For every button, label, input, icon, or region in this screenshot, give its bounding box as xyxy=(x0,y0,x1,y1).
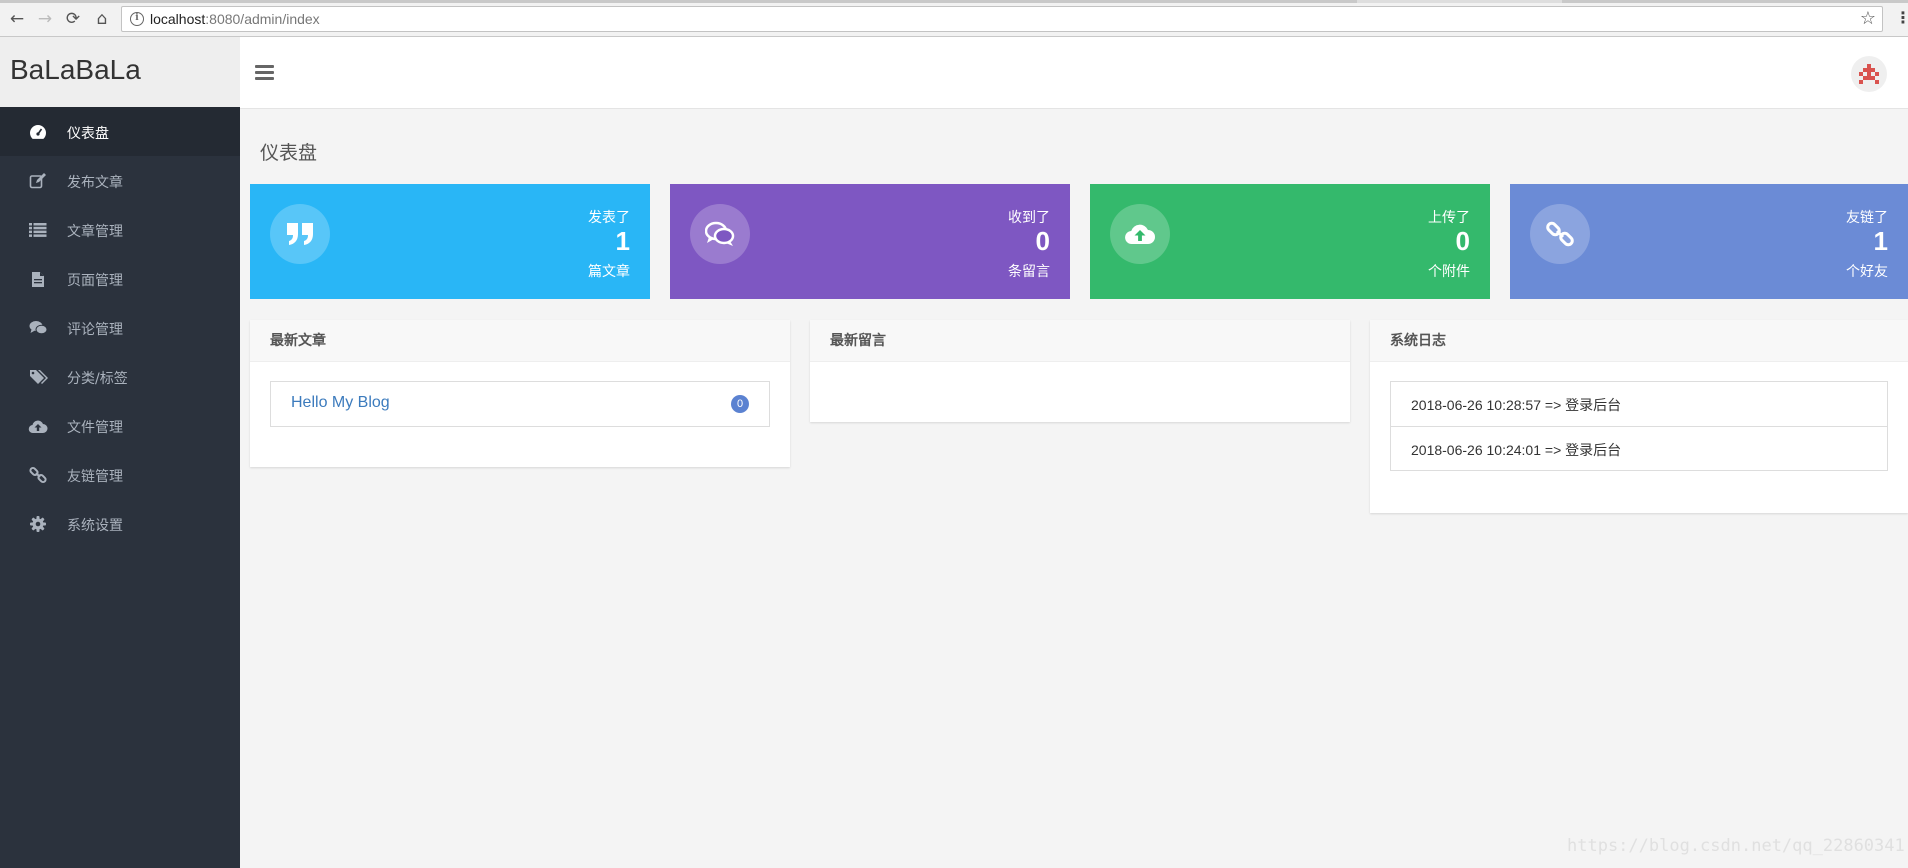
tab-strip xyxy=(0,0,1908,3)
log-text: 2018-06-26 10:24:01 => 登录后台 xyxy=(1411,442,1622,458)
stat-prefix: 上传了 xyxy=(1428,210,1470,226)
sidebar-item-categories[interactable]: 分类/标签 xyxy=(0,352,240,401)
address-bar[interactable]: i localhost:8080/admin/index ☆ xyxy=(121,6,1883,32)
latest-comments-panel: 最新留言 xyxy=(810,320,1350,422)
stat-value: 0 xyxy=(1035,226,1050,256)
url-text[interactable]: localhost:8080/admin/index xyxy=(150,11,320,27)
stat-prefix: 发表了 xyxy=(588,210,630,226)
stat-suffix: 条留言 xyxy=(1008,264,1050,280)
bookmark-star-icon[interactable]: ☆ xyxy=(1860,8,1876,29)
sidebar-item-settings[interactable]: 系统设置 xyxy=(0,499,240,548)
home-button[interactable]: ⌂ xyxy=(91,8,113,30)
list-icon xyxy=(28,221,48,239)
sidebar-item-label: 系统设置 xyxy=(67,518,123,534)
file-icon xyxy=(28,270,48,288)
brand-name[interactable]: BaLaBaLa xyxy=(10,54,141,86)
dashboard-icon xyxy=(28,123,48,141)
link-icon xyxy=(1530,204,1590,264)
cloud-upload-icon xyxy=(28,417,48,435)
stat-card-articles[interactable]: 发表了 1 篇文章 xyxy=(250,184,650,299)
edit-icon xyxy=(28,172,48,190)
stat-card-comments[interactable]: 收到了 0 条留言 xyxy=(670,184,1070,299)
sidebar-item-label: 文件管理 xyxy=(67,420,123,436)
stat-card-attachments[interactable]: 上传了 0 个附件 xyxy=(1090,184,1490,299)
sidebar-item-label: 评论管理 xyxy=(67,322,123,338)
log-text: 2018-06-26 10:28:57 => 登录后台 xyxy=(1411,397,1622,413)
sidebar: BaLaBaLa 仪表盘 发布文章 文章管理 页面管理 评论管理 分类/标签 文… xyxy=(0,37,240,868)
link-icon xyxy=(28,466,48,484)
article-link[interactable]: Hello My Blog xyxy=(291,394,390,412)
list-item[interactable]: Hello My Blog 0 xyxy=(270,381,770,427)
forward-button[interactable]: → xyxy=(34,8,56,30)
tags-icon xyxy=(28,368,48,386)
sidebar-item-articles[interactable]: 文章管理 xyxy=(0,205,240,254)
menu-toggle-icon[interactable] xyxy=(255,65,274,81)
cloud-upload-icon xyxy=(1110,204,1170,264)
sidebar-item-label: 分类/标签 xyxy=(67,371,128,387)
comments-icon xyxy=(28,319,48,337)
browser-menu-button[interactable]: ⋮ xyxy=(1895,8,1908,27)
quote-icon xyxy=(270,204,330,264)
stat-suffix: 个好友 xyxy=(1846,264,1888,280)
sidebar-item-label: 页面管理 xyxy=(67,273,123,289)
comment-count-badge: 0 xyxy=(731,395,749,413)
brand[interactable]: BaLaBaLa xyxy=(0,37,240,107)
comments-icon xyxy=(690,204,750,264)
sidebar-item-links[interactable]: 友链管理 xyxy=(0,450,240,499)
page-title: 仪表盘 xyxy=(260,142,318,164)
browser-toolbar: ← → ⟳ ⌂ i localhost:8080/admin/index ☆ ⋮ xyxy=(0,0,1908,37)
panel-title: 最新留言 xyxy=(810,320,1350,362)
stat-value: 1 xyxy=(1873,226,1888,256)
log-row: 2018-06-26 10:28:57 => 登录后台 xyxy=(1390,381,1888,427)
sidebar-item-pages[interactable]: 页面管理 xyxy=(0,254,240,303)
stat-suffix: 篇文章 xyxy=(588,264,630,280)
back-button[interactable]: ← xyxy=(6,8,28,30)
log-row: 2018-06-26 10:24:01 => 登录后台 xyxy=(1390,426,1888,471)
sidebar-item-files[interactable]: 文件管理 xyxy=(0,401,240,450)
gear-icon xyxy=(28,515,48,533)
stat-card-links[interactable]: 友链了 1 个好友 xyxy=(1510,184,1908,299)
stat-prefix: 友链了 xyxy=(1846,210,1888,226)
stat-prefix: 收到了 xyxy=(1008,210,1050,226)
top-header xyxy=(240,37,1908,109)
latest-articles-panel: 最新文章 Hello My Blog 0 xyxy=(250,320,790,467)
reload-button[interactable]: ⟳ xyxy=(62,8,84,30)
info-icon[interactable]: i xyxy=(130,12,144,26)
panel-title: 系统日志 xyxy=(1370,320,1908,362)
stat-value: 1 xyxy=(615,226,630,256)
sidebar-item-publish[interactable]: 发布文章 xyxy=(0,156,240,205)
watermark: https://blog.csdn.net/qq_22860341 xyxy=(1567,836,1905,856)
avatar[interactable] xyxy=(1851,56,1887,92)
sidebar-item-dashboard[interactable]: 仪表盘 xyxy=(0,107,240,156)
sidebar-item-label: 友链管理 xyxy=(67,469,123,485)
system-log-panel: 系统日志 2018-06-26 10:28:57 => 登录后台 2018-06… xyxy=(1370,320,1908,513)
sidebar-item-comments[interactable]: 评论管理 xyxy=(0,303,240,352)
sidebar-item-label: 仪表盘 xyxy=(67,126,109,142)
stat-suffix: 个附件 xyxy=(1428,264,1470,280)
sidebar-item-label: 文章管理 xyxy=(67,224,123,240)
stat-value: 0 xyxy=(1455,226,1470,256)
sidebar-menu: 仪表盘 发布文章 文章管理 页面管理 评论管理 分类/标签 文件管理 友链管理 … xyxy=(0,107,240,548)
sidebar-item-label: 发布文章 xyxy=(67,175,123,191)
panel-title: 最新文章 xyxy=(250,320,790,362)
